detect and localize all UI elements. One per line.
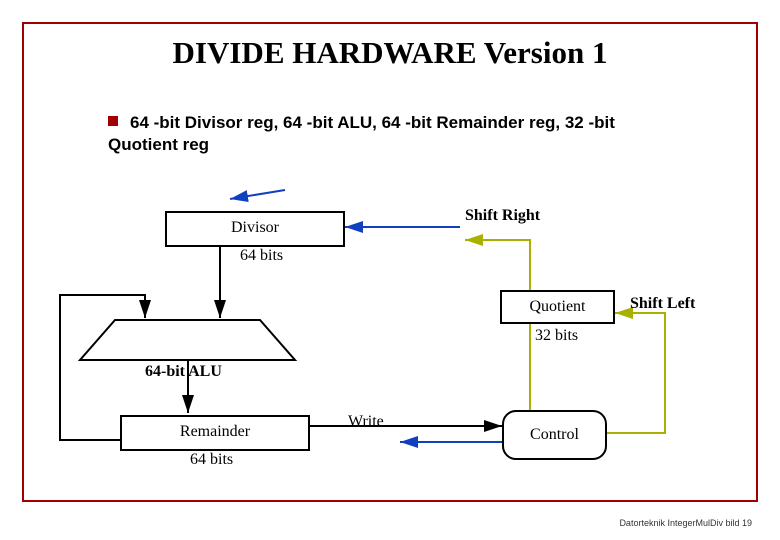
- control-box: Control: [502, 410, 607, 460]
- remainder-label: Remainder: [122, 423, 308, 441]
- quotient-label: Quotient: [502, 298, 613, 316]
- shift-right-label: Shift Right: [465, 207, 540, 225]
- remainder-box: Remainder: [120, 415, 310, 451]
- quotient-bits: 32 bits: [535, 327, 578, 345]
- bullet-icon: [108, 116, 118, 126]
- control-label: Control: [504, 426, 605, 444]
- quotient-box: Quotient: [500, 290, 615, 324]
- slide: DIVIDE HARDWARE Version 1 64 -bit Diviso…: [0, 0, 780, 540]
- bullet-row: 64 -bit Divisor reg, 64 -bit ALU, 64 -bi…: [108, 112, 678, 156]
- diagram: Divisor 64 bits Shift Right 64-bit ALU Q…: [60, 185, 720, 475]
- remainder-bits: 64 bits: [190, 451, 233, 469]
- footer-text: Datorteknik IntegerMulDiv bild 19: [619, 518, 752, 528]
- divisor-bits: 64 bits: [240, 247, 283, 265]
- divisor-label: Divisor: [167, 219, 343, 237]
- alu-shape: [80, 320, 295, 360]
- slide-title: DIVIDE HARDWARE Version 1: [0, 35, 780, 71]
- bullet-text: 64 -bit Divisor reg, 64 -bit ALU, 64 -bi…: [108, 113, 615, 154]
- write-label: Write: [348, 413, 384, 431]
- divisor-box: Divisor: [165, 211, 345, 247]
- shift-left-label: Shift Left: [630, 295, 695, 313]
- alu-label: 64-bit ALU: [145, 363, 222, 381]
